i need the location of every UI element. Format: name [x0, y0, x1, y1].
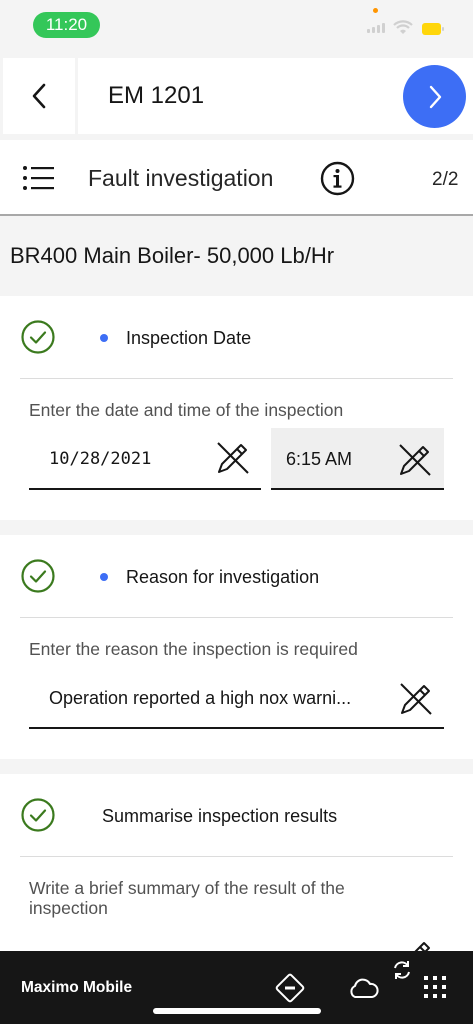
checkmark-circle-icon [21, 798, 55, 832]
summary-card: Summarise inspection results Write a bri… [0, 774, 473, 971]
reason-label: Reason for investigation [126, 567, 320, 587]
section-header: Fault investigation 2/2 [0, 140, 473, 216]
signal-icon [367, 23, 385, 33]
reason-card: Reason for investigation Enter the reaso… [0, 535, 473, 759]
date-field[interactable]: 10/28/2021 [29, 428, 261, 490]
inspection-date-card: Inspection Date Enter the date and time … [0, 296, 473, 520]
time-field[interactable]: 6:15 AM [271, 428, 444, 490]
status-time: 11:20 [33, 12, 100, 38]
status-bar: 11:20 [0, 0, 473, 52]
privacy-indicator [373, 8, 378, 13]
summary-label: Summarise inspection results [102, 806, 338, 826]
home-indicator[interactable] [153, 1008, 321, 1014]
app-grid-icon[interactable] [423, 975, 447, 999]
time-value: 6:15 AM [286, 449, 353, 469]
app-name: Maximo Mobile [21, 979, 133, 996]
chevron-left-icon [32, 83, 46, 109]
chevron-right-icon [429, 85, 441, 108]
reason-input[interactable]: Operation reported a high nox warni... [29, 667, 444, 729]
cloud-icon[interactable] [347, 977, 379, 999]
required-indicator [100, 334, 108, 342]
sync-icon[interactable] [391, 959, 413, 981]
battery-icon [422, 23, 444, 35]
edit-pencil-icon[interactable] [215, 440, 251, 476]
list-menu-icon[interactable] [22, 164, 54, 192]
back-button[interactable] [3, 58, 75, 134]
section-title: Fault investigation [88, 165, 274, 191]
date-value: 10/28/2021 [49, 449, 152, 469]
work-order-title: EM 1201 [108, 82, 205, 109]
checkmark-circle-icon [21, 320, 55, 354]
page-indicator: 2/2 [432, 169, 459, 190]
info-icon[interactable] [320, 161, 355, 196]
divider [20, 856, 453, 857]
checkmark-circle-icon [21, 559, 55, 593]
inspection-date-label: Inspection Date [126, 328, 252, 348]
wifi-icon [393, 20, 413, 34]
required-indicator [100, 573, 108, 581]
divider [20, 378, 453, 379]
edit-pencil-icon[interactable] [398, 681, 434, 717]
divider [20, 617, 453, 618]
reason-help: Enter the reason the inspection is requi… [29, 639, 358, 659]
edit-pencil-icon[interactable] [397, 442, 433, 478]
reason-value: Operation reported a high nox warni... [49, 688, 352, 708]
inspection-date-help: Enter the date and time of the inspectio… [29, 400, 344, 420]
asset-description: BR400 Main Boiler- 50,000 Lb/Hr [10, 243, 335, 268]
next-button[interactable] [403, 65, 466, 128]
navigation-diamond-icon[interactable] [275, 973, 305, 1003]
summary-help: Write a brief summary of the result of t… [29, 878, 345, 918]
